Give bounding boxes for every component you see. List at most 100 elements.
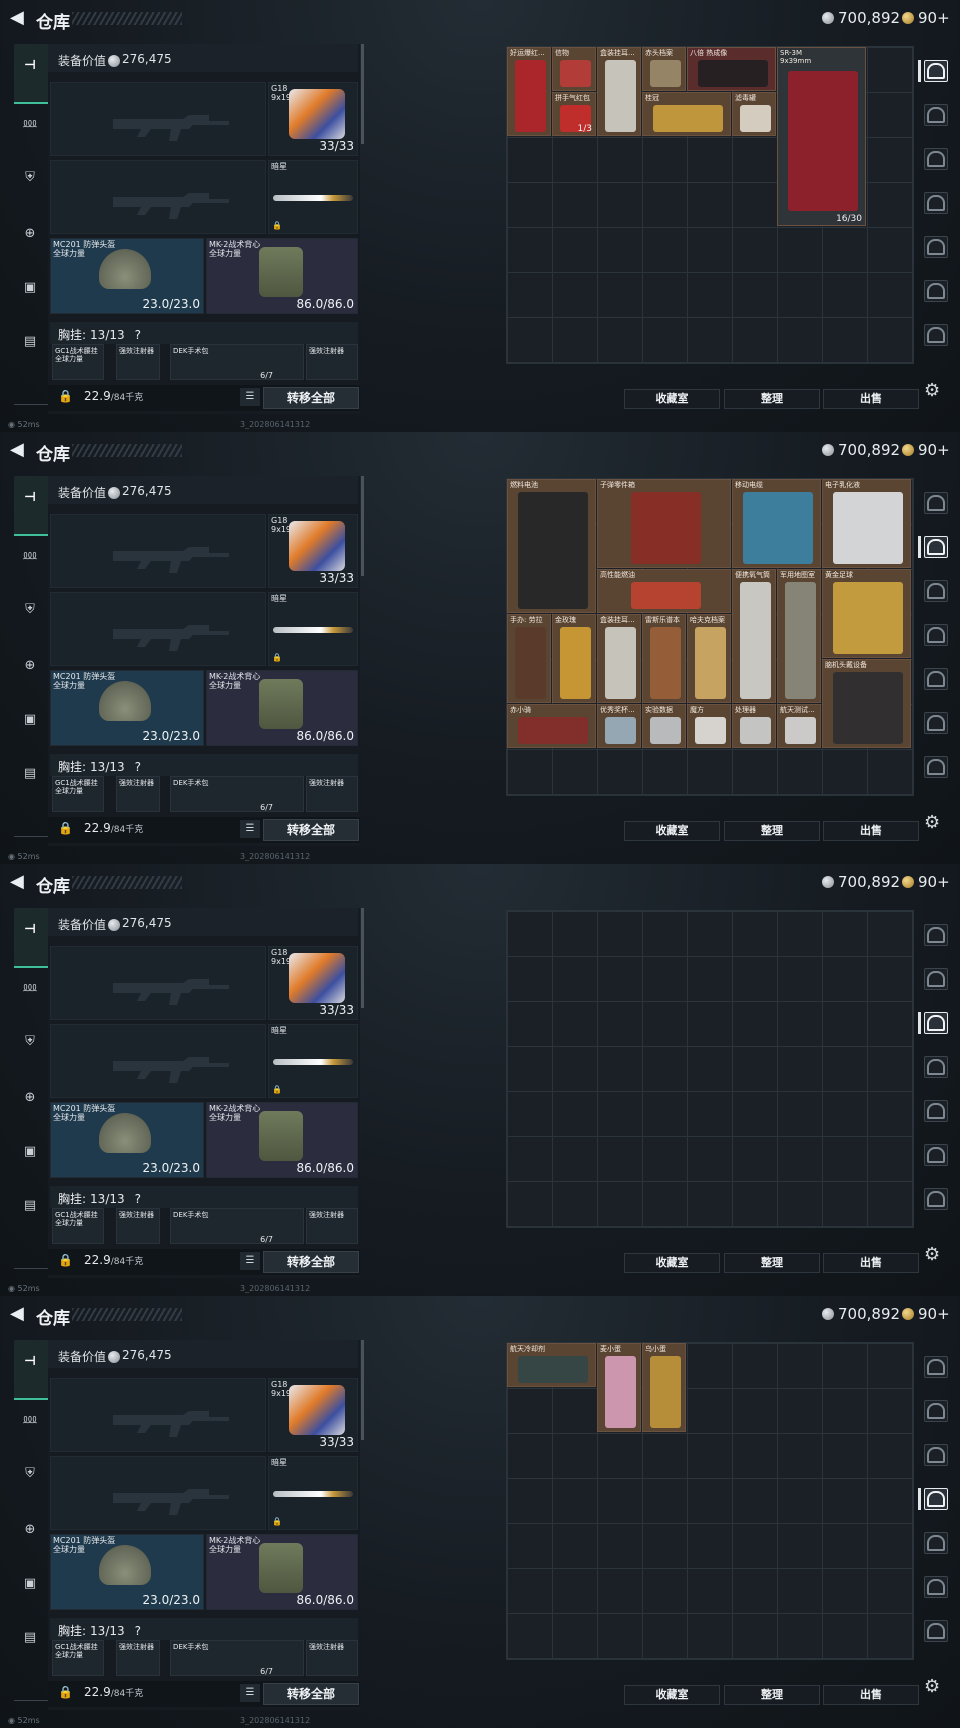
- storage-tab-7-icon[interactable]: [924, 756, 948, 778]
- backpack-tab-icon[interactable]: ⛨: [22, 602, 38, 618]
- primary-weapon-slot-1[interactable]: [50, 1378, 266, 1452]
- vest-slot[interactable]: MK-2战术背心 全球力量 86.0/86.0: [206, 1102, 358, 1178]
- weapon-tab-icon[interactable]: ⊣: [22, 58, 38, 74]
- case-tab-icon[interactable]: ▤: [22, 334, 38, 350]
- stash-item[interactable]: 黄金足球: [822, 569, 911, 658]
- list-view-icon[interactable]: ☰: [240, 820, 260, 838]
- currency-gold[interactable]: 90+: [902, 9, 950, 27]
- primary-weapon-slot-2[interactable]: [50, 1024, 266, 1098]
- case-tab-icon[interactable]: ▤: [22, 766, 38, 782]
- case-tab-icon[interactable]: ▤: [22, 1198, 38, 1214]
- sidearm-slot[interactable]: G189x19mm33/33: [268, 1378, 358, 1452]
- stash-item[interactable]: 子弹零件箱: [597, 479, 731, 568]
- stash-item[interactable]: 金玫瑰: [552, 614, 596, 703]
- chest-rig-help-icon[interactable]: ?: [135, 328, 141, 342]
- arrange-button[interactable]: 整理: [724, 1253, 820, 1273]
- stash-item[interactable]: 高性能燃油: [597, 569, 731, 613]
- rig-slot-3[interactable]: DEK手术包 6/7: [170, 776, 304, 812]
- storage-tab-6-icon[interactable]: [924, 712, 948, 734]
- stash-grid[interactable]: [506, 910, 914, 1228]
- armor-tab-icon[interactable]: ⅏: [22, 116, 38, 132]
- sell-button[interactable]: 出售: [823, 1685, 919, 1705]
- back-arrow-icon[interactable]: ◀: [10, 1305, 24, 1323]
- stash-item[interactable]: 电子乳化液: [822, 479, 911, 568]
- case-tab-icon[interactable]: ▤: [22, 1630, 38, 1646]
- helmet-slot[interactable]: MC201 防弹头盔 全球力量 23.0/23.0: [50, 1534, 204, 1610]
- rig-slot-1[interactable]: GC1战术腰挂 全球力量: [52, 1640, 104, 1676]
- rig-slot-1[interactable]: GC1战术腰挂 全球力量: [52, 1208, 104, 1244]
- stash-item[interactable]: 脑机头戴设备: [822, 659, 911, 748]
- stash-item[interactable]: 航天冷却剂: [507, 1343, 596, 1387]
- loadout-scrollbar[interactable]: [361, 44, 364, 144]
- melee-slot[interactable]: 暗星 🔒: [268, 1024, 358, 1098]
- backpack-tab-icon[interactable]: ⛨: [22, 1034, 38, 1050]
- backpack-tab-icon[interactable]: ⛨: [22, 170, 38, 186]
- stash-item[interactable]: 哈夫克档案: [687, 614, 731, 703]
- sell-button[interactable]: 出售: [823, 821, 919, 841]
- bag-tab-icon[interactable]: ⊕: [22, 226, 38, 242]
- stash-item[interactable]: 航天测试...: [777, 704, 821, 748]
- rig-slot-4[interactable]: 强效注射器: [306, 1640, 358, 1676]
- stash-item[interactable]: 处理器: [732, 704, 776, 748]
- storage-tab-3-icon[interactable]: [924, 148, 948, 170]
- storage-tab-1-icon[interactable]: [924, 492, 948, 514]
- bag-tab-icon[interactable]: ⊕: [22, 658, 38, 674]
- storage-tab-7-icon[interactable]: [924, 1188, 948, 1210]
- sidearm-slot[interactable]: G189x19mm33/33: [268, 514, 358, 588]
- stash-item[interactable]: 便携氧气筒: [732, 569, 776, 703]
- storage-tab-7-icon[interactable]: [924, 324, 948, 346]
- primary-weapon-slot-1[interactable]: [50, 82, 266, 156]
- stash-item[interactable]: 实验数据: [642, 704, 686, 748]
- rig-slot-2[interactable]: 强效注射器: [116, 1208, 160, 1244]
- storage-tab-3-icon[interactable]: [924, 1012, 948, 1034]
- loadout-scrollbar[interactable]: [361, 1340, 364, 1440]
- list-view-icon[interactable]: ☰: [240, 1684, 260, 1702]
- back-arrow-icon[interactable]: ◀: [10, 873, 24, 891]
- weapon-tab-icon[interactable]: ⊣: [22, 922, 38, 938]
- supplies-tab-icon[interactable]: ▣: [22, 712, 38, 728]
- supplies-tab-icon[interactable]: ▣: [22, 1144, 38, 1160]
- sidearm-slot[interactable]: G189x19mm33/33: [268, 82, 358, 156]
- helmet-slot[interactable]: MC201 防弹头盔 全球力量 23.0/23.0: [50, 238, 204, 314]
- rig-slot-4[interactable]: 强效注射器: [306, 344, 358, 380]
- melee-slot[interactable]: 暗星 🔒: [268, 592, 358, 666]
- stash-grid[interactable]: 好运爆红... 信物 盒装挂耳... 赤头档案 八倍 热成像 SR-3M 9x39mm 16/…: [506, 46, 914, 364]
- loadout-scrollbar[interactable]: [361, 476, 364, 576]
- storage-tab-5-icon[interactable]: [924, 1100, 948, 1122]
- chest-rig-help-icon[interactable]: ?: [135, 1624, 141, 1638]
- stash-item[interactable]: 盒装挂耳...: [597, 47, 641, 136]
- vest-slot[interactable]: MK-2战术背心 全球力量 86.0/86.0: [206, 1534, 358, 1610]
- stash-item[interactable]: 手办: 劳拉: [507, 614, 551, 703]
- primary-weapon-slot-1[interactable]: [50, 946, 266, 1020]
- stash-item[interactable]: 移动电缆: [732, 479, 821, 568]
- arrange-button[interactable]: 整理: [724, 1685, 820, 1705]
- primary-weapon-slot-2[interactable]: [50, 592, 266, 666]
- rig-slot-1[interactable]: GC1战术腰挂 全球力量: [52, 776, 104, 812]
- primary-weapon-slot-2[interactable]: [50, 1456, 266, 1530]
- supplies-tab-icon[interactable]: ▣: [22, 280, 38, 296]
- armor-tab-icon[interactable]: ⅏: [22, 980, 38, 996]
- storage-tab-4-icon[interactable]: [924, 192, 948, 214]
- list-view-icon[interactable]: ☰: [240, 388, 260, 406]
- chest-rig-help-icon[interactable]: ?: [135, 1192, 141, 1206]
- transfer-all-button[interactable]: 转移全部: [263, 819, 359, 841]
- stash-item[interactable]: 滤毒罐: [732, 92, 776, 136]
- storage-tab-2-icon[interactable]: [924, 536, 948, 558]
- storage-tab-5-icon[interactable]: [924, 1532, 948, 1554]
- rig-slot-3[interactable]: DEK手术包 6/7: [170, 1640, 304, 1676]
- loadout-scrollbar[interactable]: [361, 908, 364, 1008]
- stash-item[interactable]: 拼手气红包 1/3: [552, 92, 596, 136]
- storage-tab-4-icon[interactable]: [924, 1488, 948, 1510]
- backpack-tab-icon[interactable]: ⛨: [22, 1466, 38, 1482]
- stash-item[interactable]: SR-3M 9x39mm 16/30: [777, 47, 866, 226]
- sidearm-slot[interactable]: G189x19mm33/33: [268, 946, 358, 1020]
- weapon-tab-icon[interactable]: ⊣: [22, 490, 38, 506]
- vest-slot[interactable]: MK-2战术背心 全球力量 86.0/86.0: [206, 238, 358, 314]
- stash-item[interactable]: 燃料电池: [507, 479, 596, 613]
- rig-slot-4[interactable]: 强效注射器: [306, 776, 358, 812]
- storage-tab-3-icon[interactable]: [924, 1444, 948, 1466]
- rig-slot-2[interactable]: 强效注射器: [116, 344, 160, 380]
- stash-item[interactable]: 赤小骑: [507, 704, 596, 748]
- bag-tab-icon[interactable]: ⊕: [22, 1522, 38, 1538]
- rig-slot-1[interactable]: GC1战术腰挂 全球力量: [52, 344, 104, 380]
